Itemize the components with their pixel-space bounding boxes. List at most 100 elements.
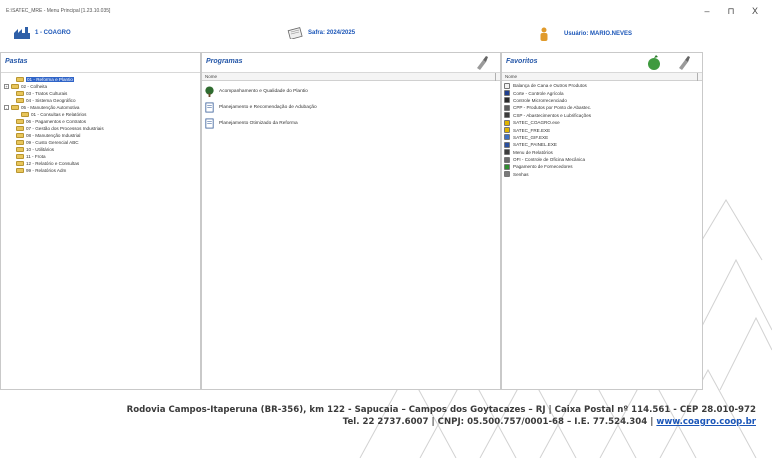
favorite-item[interactable]: SATEC_COAGRO.exe (502, 119, 702, 126)
folder-icon (16, 98, 24, 103)
footer-contact: Tel. 22 2737.6007 | CNPJ: 05.500.757/000… (60, 417, 756, 427)
tree-item[interactable]: 06 - Pagamentos e Contratos (1, 118, 200, 125)
tree-item-label: 01 - Reforma e Plantio (26, 77, 74, 82)
favoritos-header: Favoritos (502, 53, 702, 73)
favorite-item[interactable]: Balança de Cana e Outros Produtos (502, 82, 702, 89)
folder-icon (16, 140, 24, 145)
expand-toggle[interactable]: - (4, 105, 9, 110)
favorite-item[interactable]: SATEC_PAINEL.EXE (502, 141, 702, 148)
favorite-item[interactable]: SATEC_GIF.EXE (502, 134, 702, 141)
favoritos-column-name: Nome (505, 74, 518, 79)
footer-address: Rodovia Campos-Itaperuna (BR-356), km 12… (126, 405, 756, 415)
tree-item[interactable]: 03 - Tratos Culturais (1, 90, 200, 97)
window-title: E:\SATEC_MRE - Menu Principal [1.23.10.0… (6, 8, 111, 14)
folder-icon (16, 168, 24, 173)
favoritos-column-header[interactable]: Nome (502, 73, 702, 81)
tree-item-label: 06 - Pagamentos e Contratos (26, 119, 87, 124)
pastas-title: Pastas (5, 58, 28, 65)
tree-item-label: 11 - Frota (26, 154, 46, 159)
minimize-button[interactable]: – (702, 6, 712, 17)
folder-icon (16, 119, 24, 124)
tree-item[interactable]: 11 - Frota (1, 153, 200, 160)
tree-item-label: 05 - Manutenção Automotiva (21, 105, 80, 110)
tree-item-label: 08 - Manutenção Industrial (26, 133, 81, 138)
favorites-list: Balança de Cana e Outros Produtos Corte -… (502, 81, 702, 178)
programas-column-header[interactable]: Nome (202, 73, 500, 81)
program-item[interactable]: Planejamento e Recomendação de Adubação (202, 99, 500, 115)
folder-icon (11, 105, 19, 110)
tree-item[interactable]: 01 - Reforma e Plantio (1, 76, 200, 83)
favorite-item[interactable]: OFI - Controle de Oficina Mecânica (502, 156, 702, 163)
favorite-item[interactable]: SATEC_FRE.EXE (502, 126, 702, 134)
add-favorite-icon[interactable] (646, 55, 662, 71)
tree-item[interactable]: - 05 - Manutenção Automotiva (1, 104, 200, 111)
tree-item-label: 01 - Consultas e Relatórios (31, 112, 87, 117)
tree-item[interactable]: 99 - Relatórios Adm (1, 167, 200, 174)
program-icon (504, 171, 510, 178)
favorite-item-label: Corte - Controle Agrícola (513, 90, 564, 96)
program-list: Acompanhamento e Qualidade do Plantio Pla… (202, 81, 500, 131)
favorite-item[interactable]: Corte - Controle Agrícola (502, 89, 702, 97)
tree-item[interactable]: 01 - Consultas e Relatórios (1, 111, 200, 118)
program-icon (504, 119, 510, 126)
favorite-item-label: CSP - Abastecimentos e Lubrificações (513, 112, 592, 118)
maximize-button[interactable]: ⊓ (726, 6, 736, 17)
folder-icon (16, 91, 24, 96)
tree-item-label: 99 - Relatórios Adm (26, 168, 67, 173)
broom-icon[interactable] (474, 55, 490, 71)
calendar-icon (287, 27, 303, 39)
footer: Rodovia Campos-Itaperuna (BR-356), km 12… (60, 405, 756, 427)
broom-icon[interactable] (676, 55, 692, 71)
tree-item[interactable]: 09 - Custo Gerencial ABC (1, 139, 200, 146)
column-separator (697, 73, 698, 81)
document-icon (205, 118, 214, 128)
favorite-item[interactable]: Pagamento de Fornecedores (502, 163, 702, 170)
favorite-item-label: Pagamento de Fornecedores (513, 164, 573, 170)
favorite-item[interactable]: CSP - Abastecimentos e Lubrificações (502, 112, 702, 119)
tree-item-label: 10 - Utilitários (26, 147, 55, 152)
program-icon (504, 90, 510, 97)
program-icon (504, 82, 510, 89)
column-separator (495, 73, 496, 81)
tree-item[interactable]: 04 - Sistema Geográfico (1, 97, 200, 104)
program-item[interactable]: Planejamento Otimizado da Reforma (202, 115, 500, 131)
folder-icon (11, 84, 19, 89)
footer-contact-text: Tel. 22 2737.6007 | CNPJ: 05.500.757/000… (342, 417, 654, 427)
close-button[interactable]: X (750, 6, 760, 17)
program-icon (504, 156, 510, 163)
tree-item-label: 09 - Custo Gerencial ABC (26, 140, 79, 145)
favorite-item-label: Balança de Cana e Outros Produtos (513, 83, 587, 89)
website-link[interactable]: www.coagro.coop.br (656, 417, 756, 427)
company-indicator: 1 - COAGRO (14, 27, 71, 39)
user-indicator: Usuário: MARIO.NEVES (539, 27, 632, 41)
title-bar: E:\SATEC_MRE - Menu Principal [1.23.10.0… (0, 0, 772, 22)
program-item[interactable]: Acompanhamento e Qualidade do Plantio (202, 83, 500, 99)
folder-icon (16, 147, 24, 152)
user-label: Usuário: MARIO.NEVES (564, 31, 633, 37)
tree-item[interactable]: 10 - Utilitários (1, 146, 200, 153)
favoritos-title: Favoritos (506, 58, 538, 65)
expand-toggle[interactable]: + (4, 84, 9, 89)
favorite-item[interactable]: CPP - Produtos por Ponto de Abastec. (502, 104, 702, 111)
tree-item[interactable]: +02 - Colheita (1, 83, 200, 90)
favorite-item[interactable]: Senhas (502, 171, 702, 178)
favorite-item[interactable]: Menu de Relatórios (502, 149, 702, 156)
favorite-item-label: SATEC_COAGRO.exe (513, 120, 560, 126)
program-icon (504, 127, 510, 134)
favorite-item[interactable]: Controle Microrrecenciado (502, 97, 702, 104)
tree-item[interactable]: 07 - Gestão dos Processos Industriais (1, 125, 200, 132)
factory-icon (14, 27, 30, 39)
company-label: 1 - COAGRO (35, 30, 71, 36)
program-item-label: Acompanhamento e Qualidade do Plantio (219, 88, 308, 94)
program-item-label: Planejamento Otimizado da Reforma (219, 120, 298, 126)
tree-item[interactable]: 08 - Manutenção Industrial (1, 132, 200, 139)
tree-item[interactable]: 12 - Relatório e Consultas (1, 160, 200, 167)
folder-icon (21, 112, 29, 117)
program-icon (504, 104, 510, 111)
folder-tree: 01 - Reforma e Plantio +02 - Colheita 03 -… (1, 73, 200, 174)
